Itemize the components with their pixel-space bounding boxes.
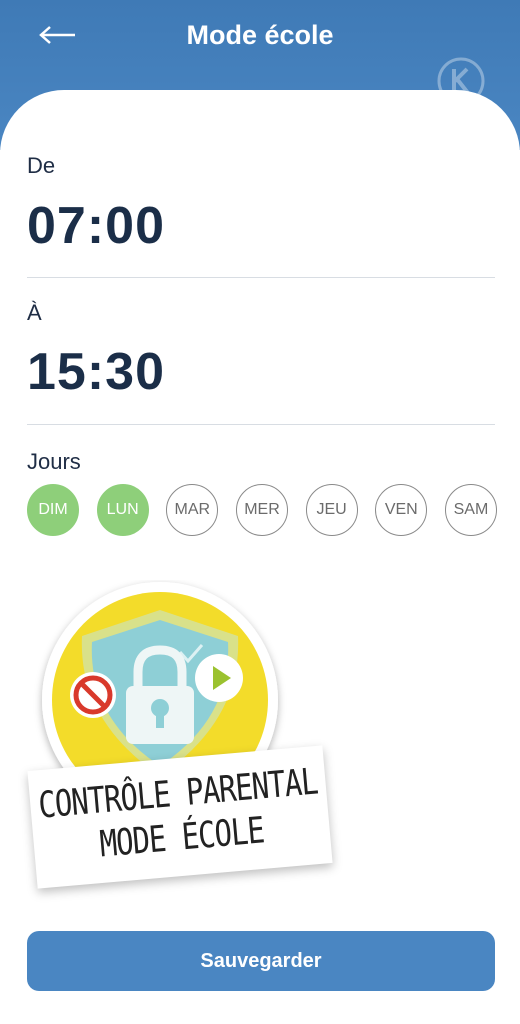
day-toggle-jeu[interactable]: JEU: [305, 484, 358, 536]
divider: [27, 424, 495, 425]
from-label: De: [27, 153, 56, 178]
to-label: À: [27, 300, 42, 325]
days-label: Jours: [27, 449, 81, 474]
day-toggle-ven[interactable]: VEN: [375, 484, 428, 536]
forbidden-icon: [70, 672, 116, 718]
play-icon: [195, 654, 243, 702]
day-toggle-lun[interactable]: LUN: [96, 484, 149, 536]
days-selector: DIM LUN MAR MER JEU VEN SAM: [27, 484, 497, 538]
day-toggle-sam[interactable]: SAM: [444, 484, 497, 536]
to-time[interactable]: 15:30: [27, 342, 165, 402]
day-toggle-mar[interactable]: MAR: [166, 484, 219, 536]
divider: [27, 277, 495, 278]
from-time[interactable]: 07:00: [27, 196, 165, 256]
save-button[interactable]: Sauvegarder: [27, 931, 495, 991]
page-title: Mode école: [186, 20, 334, 50]
day-toggle-dim[interactable]: DIM: [27, 484, 79, 536]
day-toggle-mer[interactable]: MER: [235, 484, 288, 536]
